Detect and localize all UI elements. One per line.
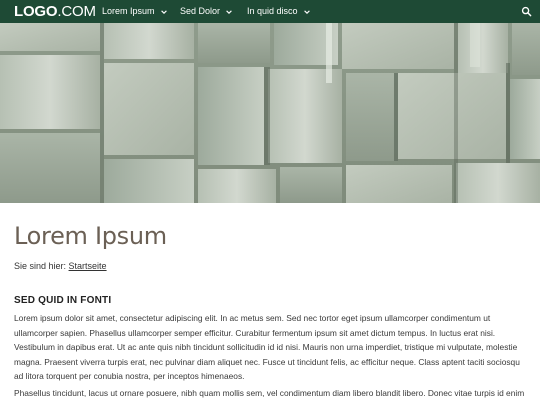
- hero-glass-tiles-image: [0, 23, 540, 203]
- breadcrumb-link-home[interactable]: Startseite: [69, 261, 107, 271]
- chevron-down-icon: [303, 10, 310, 14]
- breadcrumb-prefix: Sie sind hier:: [14, 261, 67, 271]
- nav-item-lorem-ipsum[interactable]: Lorem Ipsum: [102, 0, 168, 23]
- nav-item-in-quid-disco[interactable]: In quid disco: [247, 0, 311, 23]
- nav-item-label: Sed Dolor: [180, 6, 221, 16]
- hero-image: [0, 23, 540, 203]
- chevron-down-icon: [226, 10, 232, 14]
- logo-text-suffix: .COM: [57, 3, 96, 20]
- chevron-down-icon: [160, 10, 167, 14]
- body-paragraph: Lorem ipsum dolor sit amet, consectetur …: [14, 313, 520, 382]
- section-heading: SED QUID IN FONTI: [14, 295, 112, 306]
- site-logo[interactable]: LOGO.COM: [14, 3, 96, 20]
- body-paragraph: Phasellus tincidunt, lacus ut ornare pos…: [14, 388, 525, 398]
- page-title: Lorem Ipsum: [14, 222, 167, 250]
- search-icon[interactable]: [521, 6, 532, 17]
- breadcrumb: Sie sind hier: Startseite: [14, 261, 107, 271]
- top-navbar: LOGO.COM Lorem Ipsum Sed Dolor In quid d…: [0, 0, 540, 23]
- nav-item-sed-dolor[interactable]: Sed Dolor: [180, 0, 233, 23]
- nav-item-label: Lorem Ipsum: [102, 6, 155, 16]
- logo-text-bold: LOGO: [14, 3, 58, 20]
- nav-item-label: In quid disco: [247, 6, 298, 16]
